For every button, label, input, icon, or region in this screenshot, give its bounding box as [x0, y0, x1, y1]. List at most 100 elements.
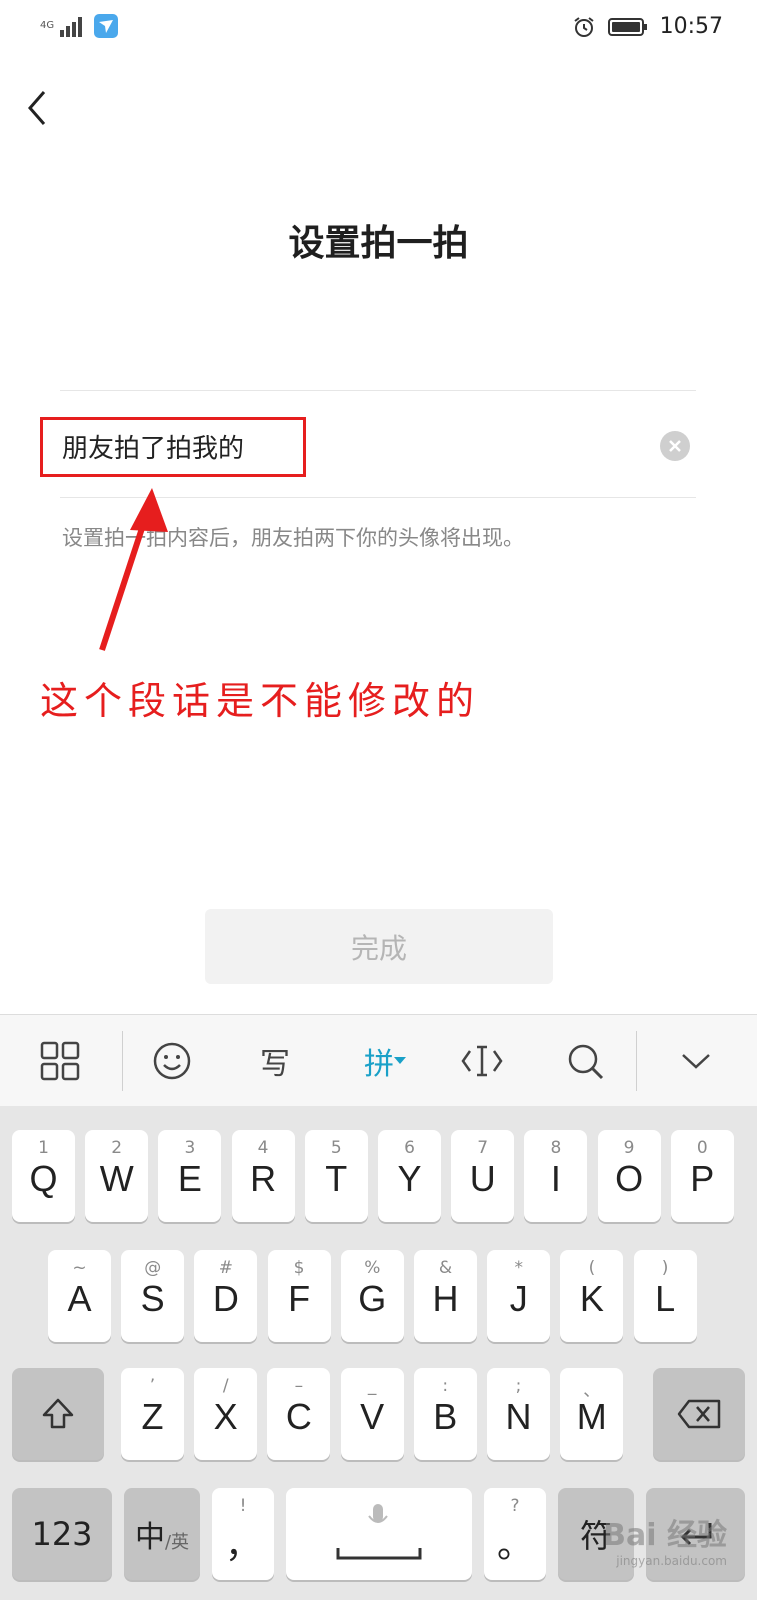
key-main-label: Z	[141, 1396, 164, 1437]
comma-key[interactable]: ! ，	[212, 1488, 274, 1580]
back-button[interactable]	[22, 88, 56, 128]
collapse-keyboard-button[interactable]	[666, 1015, 726, 1107]
key-z[interactable]: ’ Z	[121, 1368, 184, 1460]
key-sub-label: _	[367, 1376, 377, 1396]
signal-icon	[60, 17, 82, 37]
key-u[interactable]: 7U	[451, 1130, 515, 1222]
key-d[interactable]: # D	[194, 1250, 258, 1342]
comma-key-main: ，	[224, 1524, 261, 1565]
key-sub-label: ;	[515, 1376, 522, 1396]
key-p[interactable]: 0P	[670, 1130, 734, 1222]
key-j[interactable]: * J	[487, 1250, 551, 1342]
key-r[interactable]: 4R	[231, 1130, 295, 1222]
key-e[interactable]: 3E	[158, 1130, 222, 1222]
key-sub-label: 3	[184, 1138, 196, 1158]
key-t[interactable]: 5T	[304, 1130, 368, 1222]
status-bar-right: 10:57	[572, 14, 723, 39]
apps-grid-button[interactable]	[30, 1015, 90, 1107]
key-sub-label: –	[294, 1376, 304, 1396]
key-y[interactable]: 6Y	[378, 1130, 441, 1222]
backspace-key[interactable]	[653, 1368, 745, 1460]
pat-text-input[interactable]: 朋友拍了拍我的	[62, 428, 244, 465]
handwrite-button[interactable]: 写	[245, 1015, 305, 1107]
caret-down-icon	[394, 1057, 406, 1064]
shift-key[interactable]	[12, 1368, 104, 1460]
key-f[interactable]: $ F	[267, 1250, 331, 1342]
key-main-label: J	[509, 1278, 528, 1319]
key-w[interactable]: 2W	[85, 1130, 149, 1222]
clear-input-button[interactable]	[660, 431, 690, 461]
watermark-brand: Bai 经验	[603, 1518, 727, 1553]
key-o[interactable]: 9O	[597, 1130, 661, 1222]
key-sub-label: 0	[696, 1138, 708, 1158]
space-key[interactable]	[286, 1488, 472, 1580]
microphone-icon	[368, 1504, 388, 1523]
period-key-sub: ?	[510, 1496, 520, 1516]
space-bar-icon	[336, 1548, 422, 1560]
key-a[interactable]: ~ A	[48, 1250, 111, 1342]
key-main-label: Y	[397, 1158, 422, 1199]
key-main-label: T	[325, 1158, 348, 1199]
key-main-label: P	[690, 1158, 715, 1199]
toolbar-separator	[122, 1031, 123, 1091]
shift-arrow-icon	[42, 1398, 74, 1429]
annotation-arrow-icon	[99, 488, 168, 651]
key-i[interactable]: 8I	[524, 1130, 588, 1222]
key-main-label: D	[212, 1278, 239, 1319]
key-main-label: C	[285, 1396, 312, 1437]
pinyin-label: 拼	[364, 1047, 394, 1082]
key-main-label: G	[358, 1278, 387, 1319]
key-sub-label: 9	[623, 1138, 635, 1158]
toolbar-separator	[636, 1031, 637, 1091]
key-sub-label: )	[661, 1258, 669, 1278]
key-m[interactable]: 、 M	[560, 1368, 624, 1460]
key-c[interactable]: – C	[267, 1368, 331, 1460]
key-main-label: V	[360, 1396, 385, 1437]
key-x[interactable]: / X	[194, 1368, 258, 1460]
key-main-label: K	[579, 1278, 604, 1319]
key-sub-label: (	[588, 1258, 596, 1278]
status-bar-left: 4G	[40, 14, 118, 38]
search-icon	[568, 1044, 604, 1080]
key-main-label: W	[99, 1158, 134, 1199]
key-b[interactable]: :B	[413, 1368, 477, 1460]
numbers-key[interactable]: 123	[12, 1488, 112, 1580]
key-sub-label: *	[514, 1258, 523, 1278]
key-q[interactable]: 1Q	[12, 1130, 75, 1222]
search-button[interactable]	[555, 1015, 615, 1107]
chevron-left-icon	[28, 91, 46, 125]
done-button[interactable]: 完成	[205, 909, 553, 984]
grid-icon	[40, 1041, 80, 1081]
key-main-label: A	[67, 1278, 92, 1319]
battery-icon	[607, 17, 647, 36]
key-k[interactable]: (K	[560, 1250, 624, 1342]
key-sub-label: 4	[257, 1138, 269, 1158]
key-g[interactable]: % G	[340, 1250, 404, 1342]
key-v[interactable]: _ V	[340, 1368, 404, 1460]
key-n[interactable]: ; N	[487, 1368, 550, 1460]
emoji-button[interactable]	[142, 1015, 202, 1107]
network-type: 4G	[40, 20, 55, 31]
alarm-icon	[573, 16, 594, 37]
zh-label: 中	[134, 1520, 165, 1555]
key-main-label: X	[213, 1396, 238, 1437]
key-l[interactable]: ) L	[633, 1250, 697, 1342]
key-sub-label: :	[442, 1376, 449, 1396]
key-sub-label: 5	[330, 1138, 342, 1158]
key-s[interactable]: @ S	[121, 1250, 185, 1342]
numbers-key-label: 123	[31, 1515, 93, 1553]
key-sub-label: #	[218, 1258, 234, 1278]
key-sub-label: 6	[404, 1138, 415, 1158]
chevron-down-icon	[682, 1054, 710, 1069]
key-sub-label: 7	[477, 1138, 489, 1158]
key-main-label: U	[469, 1158, 496, 1199]
period-key[interactable]: ? 。	[484, 1488, 546, 1580]
cursor-edit-button[interactable]	[452, 1015, 512, 1107]
key-main-label: S	[140, 1278, 165, 1319]
page-title: 设置拍一拍	[288, 223, 469, 264]
key-main-label: N	[505, 1396, 532, 1437]
key-main-label: H	[432, 1278, 459, 1319]
language-switch-key[interactable]: 中 /英	[124, 1488, 200, 1580]
pinyin-mode-button[interactable]: 拼	[350, 1015, 420, 1107]
key-h[interactable]: & H	[414, 1250, 477, 1342]
